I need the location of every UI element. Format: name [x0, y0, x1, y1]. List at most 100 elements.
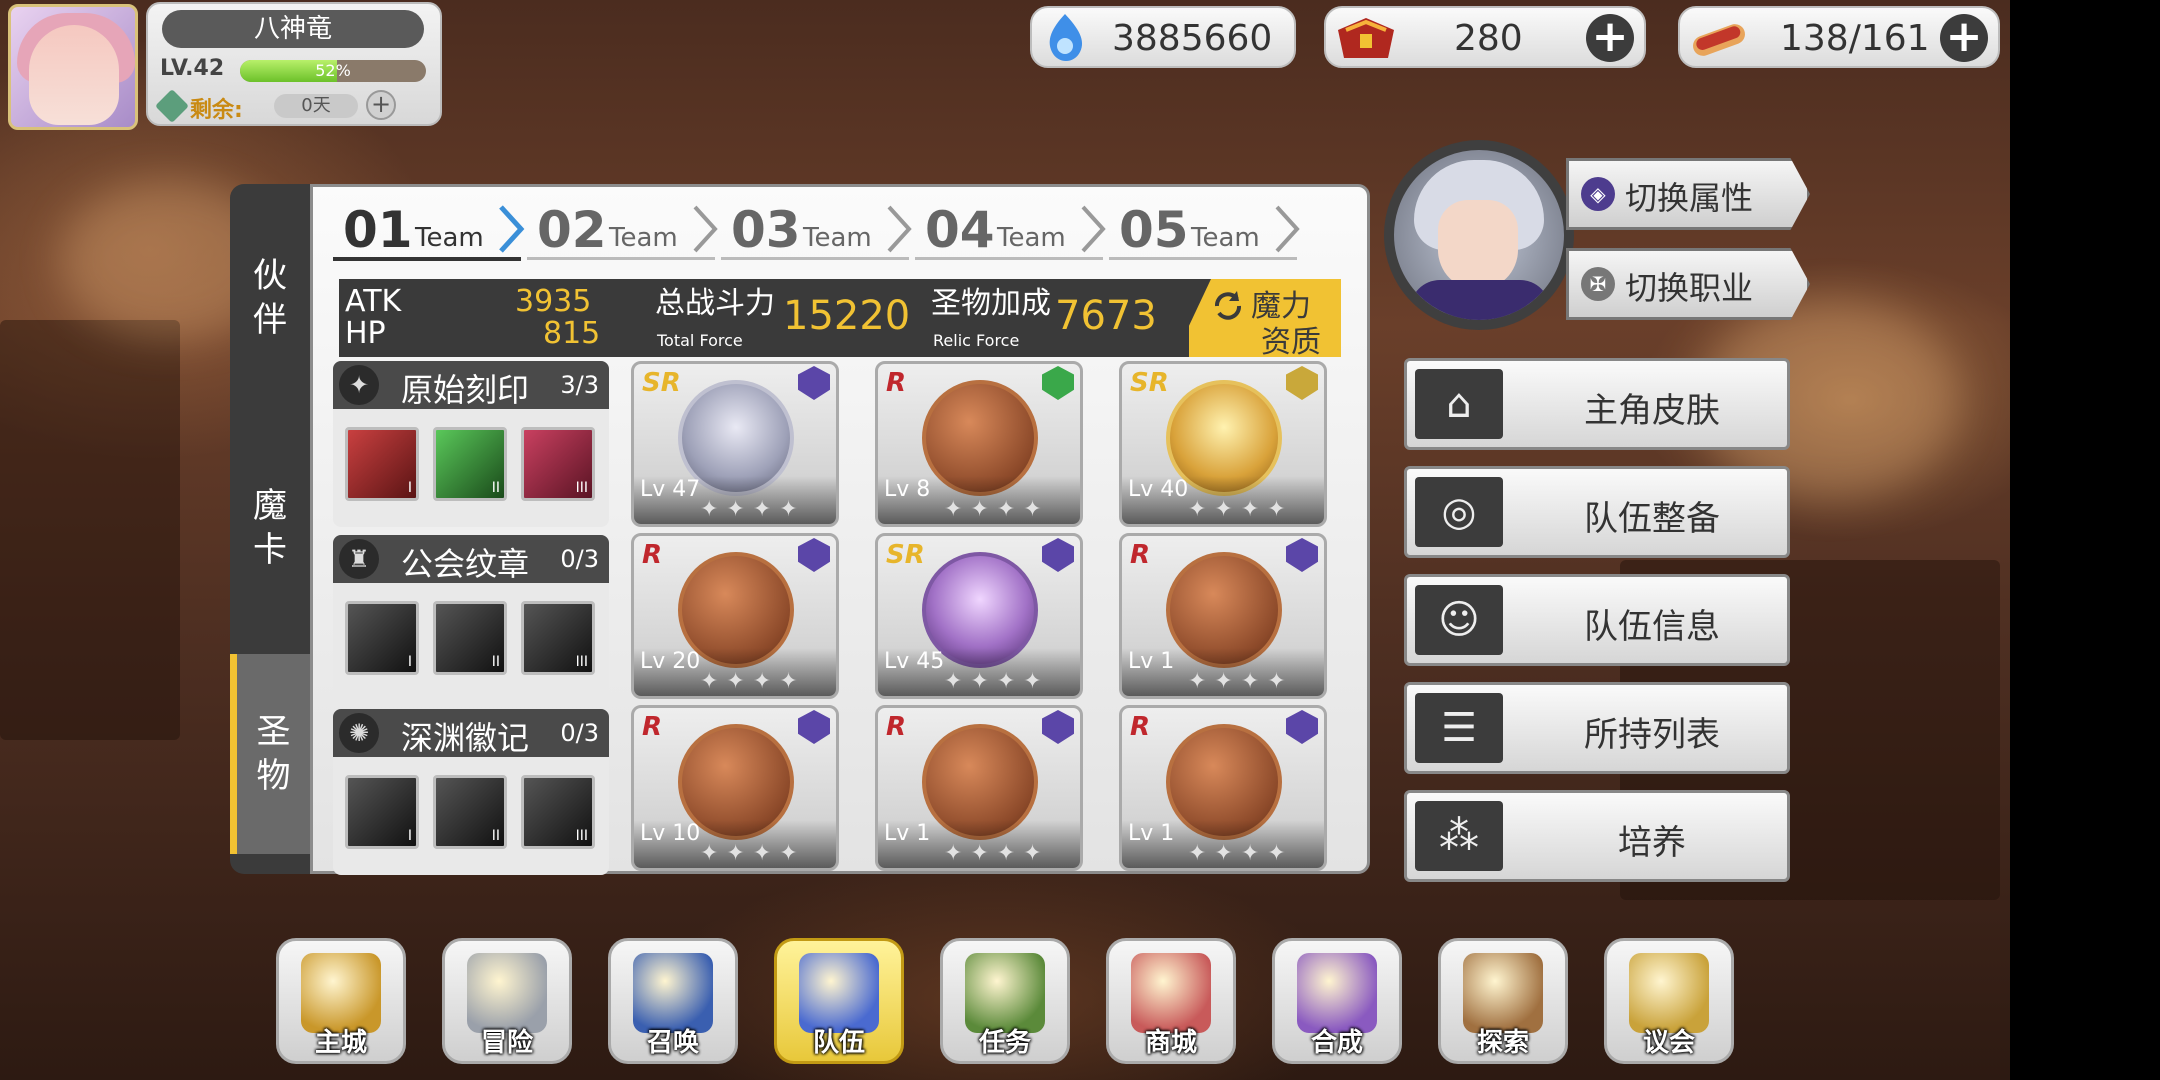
- player-name: 八神竜: [162, 10, 424, 48]
- team-info-button[interactable]: ☺ 队伍信息: [1404, 574, 1790, 666]
- attribute-icon: ◈: [1581, 177, 1615, 211]
- tab-team-05[interactable]: 05 Team: [1109, 201, 1300, 260]
- player-panel: 八神竜 LV.42 52% 剩余: 0天 +: [146, 2, 442, 126]
- remain-value: 0天: [274, 94, 358, 118]
- element-badge-icon: [1042, 538, 1074, 572]
- crest-slot[interactable]: I: [345, 601, 419, 675]
- remain-label: 剩余:: [190, 98, 243, 123]
- shovel-icon: [1463, 953, 1543, 1033]
- winged-crest-icon: [799, 953, 879, 1033]
- remain-add-button[interactable]: +: [366, 90, 396, 120]
- side-tab-bar: 伙 伴 魔 卡 圣 物: [230, 184, 310, 874]
- nav-council[interactable]: 议会: [1604, 938, 1734, 1064]
- atk-value: 3935: [515, 284, 592, 319]
- element-badge-icon: [798, 710, 830, 744]
- nav-crown[interactable]: 主城: [276, 938, 406, 1064]
- relic-card[interactable]: SR Lv 45 ✦✦✦✦: [875, 533, 1083, 699]
- star-rating-icon: ✦✦✦✦: [700, 497, 806, 522]
- rarity-badge: SR: [642, 368, 681, 398]
- relic-card[interactable]: R Lv 1 ✦✦✦✦: [1119, 533, 1327, 699]
- food-counter: 138/161 +: [1678, 6, 2000, 68]
- element-badge-icon: [1286, 538, 1318, 572]
- owned-list-button[interactable]: ☰ 所持列表: [1404, 682, 1790, 774]
- relic-level: Lv 40: [1128, 477, 1189, 502]
- relic-card[interactable]: R Lv 1 ✦✦✦✦: [875, 705, 1083, 871]
- game-screen: 八神竜 LV.42 52% 剩余: 0天 + 3885660 280 + 138…: [0, 0, 2010, 1080]
- hanger-icon: ⌂: [1415, 369, 1503, 439]
- star-rating-icon: ✦✦✦✦: [700, 841, 806, 866]
- crystal-icon: [1049, 14, 1083, 61]
- nav-shovel[interactable]: 探索: [1438, 938, 1568, 1064]
- relic-card[interactable]: SR Lv 40 ✦✦✦✦: [1119, 361, 1327, 527]
- tab-team-03[interactable]: 03 Team: [721, 201, 912, 260]
- switch-job-button[interactable]: ✠ 切换职业: [1566, 248, 1810, 320]
- chevron-right-icon: [693, 205, 718, 253]
- hp-value: 815: [543, 316, 601, 351]
- crest-slot[interactable]: II: [433, 601, 507, 675]
- magic-aptitude-button[interactable]: 魔力 资质: [1189, 279, 1341, 357]
- tab-magic-card[interactable]: 魔 卡: [230, 484, 310, 572]
- total-force-label: 总战斗力: [655, 286, 775, 321]
- star-rating-icon: ✦✦✦✦: [1188, 669, 1294, 694]
- training-button[interactable]: ⁂ 培养: [1404, 790, 1790, 882]
- nav-potion[interactable]: 合成: [1272, 938, 1402, 1064]
- ticket-icon: [155, 89, 189, 123]
- food-value: 138/161: [1780, 18, 1930, 59]
- mark-slot[interactable]: II: [433, 775, 507, 849]
- seal-slot[interactable]: I: [345, 427, 419, 501]
- seal-slot[interactable]: III: [521, 427, 595, 501]
- xp-text: 52%: [315, 61, 351, 80]
- nav-winged-crest[interactable]: 队伍: [774, 938, 904, 1064]
- mark-slot[interactable]: I: [345, 775, 419, 849]
- element-badge-icon: [798, 538, 830, 572]
- nav-book[interactable]: 任务: [940, 938, 1070, 1064]
- relic-force-value: 7673: [1055, 293, 1157, 339]
- background-shelf: [0, 320, 180, 740]
- tab-relic[interactable]: 圣 物: [230, 654, 310, 854]
- nav-sword-shield[interactable]: 冒险: [442, 938, 572, 1064]
- rarity-badge: R: [1130, 712, 1151, 742]
- rarity-badge: R: [1130, 540, 1151, 570]
- relic-card[interactable]: R Lv 8 ✦✦✦✦: [875, 361, 1083, 527]
- relic-level: Lv 1: [1128, 821, 1175, 846]
- chevron-right-icon: [1275, 205, 1300, 253]
- rarity-badge: R: [886, 712, 907, 742]
- tab-team-01[interactable]: 01 Team: [333, 201, 525, 261]
- mark-slot[interactable]: III: [521, 775, 595, 849]
- category-abyss-mark: ✺ 深渊徽记 0/3 I II III: [333, 709, 609, 875]
- tab-team-02[interactable]: 02 Team: [527, 201, 718, 260]
- switch-attribute-button[interactable]: ◈ 切换属性: [1566, 158, 1810, 230]
- star-rating-icon: ✦✦✦✦: [1188, 497, 1294, 522]
- relic-card[interactable]: SR Lv 47 ✦✦✦✦: [631, 361, 839, 527]
- nav-mushroom-shop[interactable]: 商城: [1106, 938, 1236, 1064]
- team-prepare-button[interactable]: ◎ 队伍整备: [1404, 466, 1790, 558]
- hero-portrait[interactable]: [1384, 140, 1574, 330]
- player-avatar[interactable]: [8, 4, 138, 130]
- relic-level: Lv 1: [884, 821, 931, 846]
- mushroom-shop-icon: [1131, 953, 1211, 1033]
- relic-level: Lv 45: [884, 649, 945, 674]
- stamina-add-button[interactable]: +: [1586, 14, 1634, 62]
- total-force-sub: Total Force: [657, 331, 743, 350]
- tab-partner[interactable]: 伙 伴: [230, 254, 310, 342]
- tab-team-04[interactable]: 04 Team: [915, 201, 1106, 260]
- crown-icon: [301, 953, 381, 1033]
- relic-force-sub: Relic Force: [933, 331, 1020, 350]
- food-add-button[interactable]: +: [1940, 14, 1988, 62]
- relic-panel: 01 Team 02 Team 03 Team 04 Team 05 Team ATK: [310, 184, 1370, 875]
- book-icon: [965, 953, 1045, 1033]
- relic-card[interactable]: R Lv 10 ✦✦✦✦: [631, 705, 839, 871]
- primal-seal-icon: ✦: [339, 365, 379, 405]
- seal-slot[interactable]: II: [433, 427, 507, 501]
- relic-card[interactable]: R Lv 1 ✦✦✦✦: [1119, 705, 1327, 871]
- list-icon: ☰: [1415, 693, 1503, 763]
- rarity-badge: R: [642, 540, 663, 570]
- treasure-chest-icon: [1338, 18, 1394, 58]
- crest-slot[interactable]: III: [521, 601, 595, 675]
- swirl-icon: ◎: [1415, 477, 1503, 547]
- relic-card[interactable]: R Lv 20 ✦✦✦✦: [631, 533, 839, 699]
- hero-skin-button[interactable]: ⌂ 主角皮肤: [1404, 358, 1790, 450]
- star-rating-icon: ✦✦✦✦: [944, 841, 1050, 866]
- nav-summon-card[interactable]: 召唤: [608, 938, 738, 1064]
- crystal-value: 3885660: [1112, 18, 1273, 59]
